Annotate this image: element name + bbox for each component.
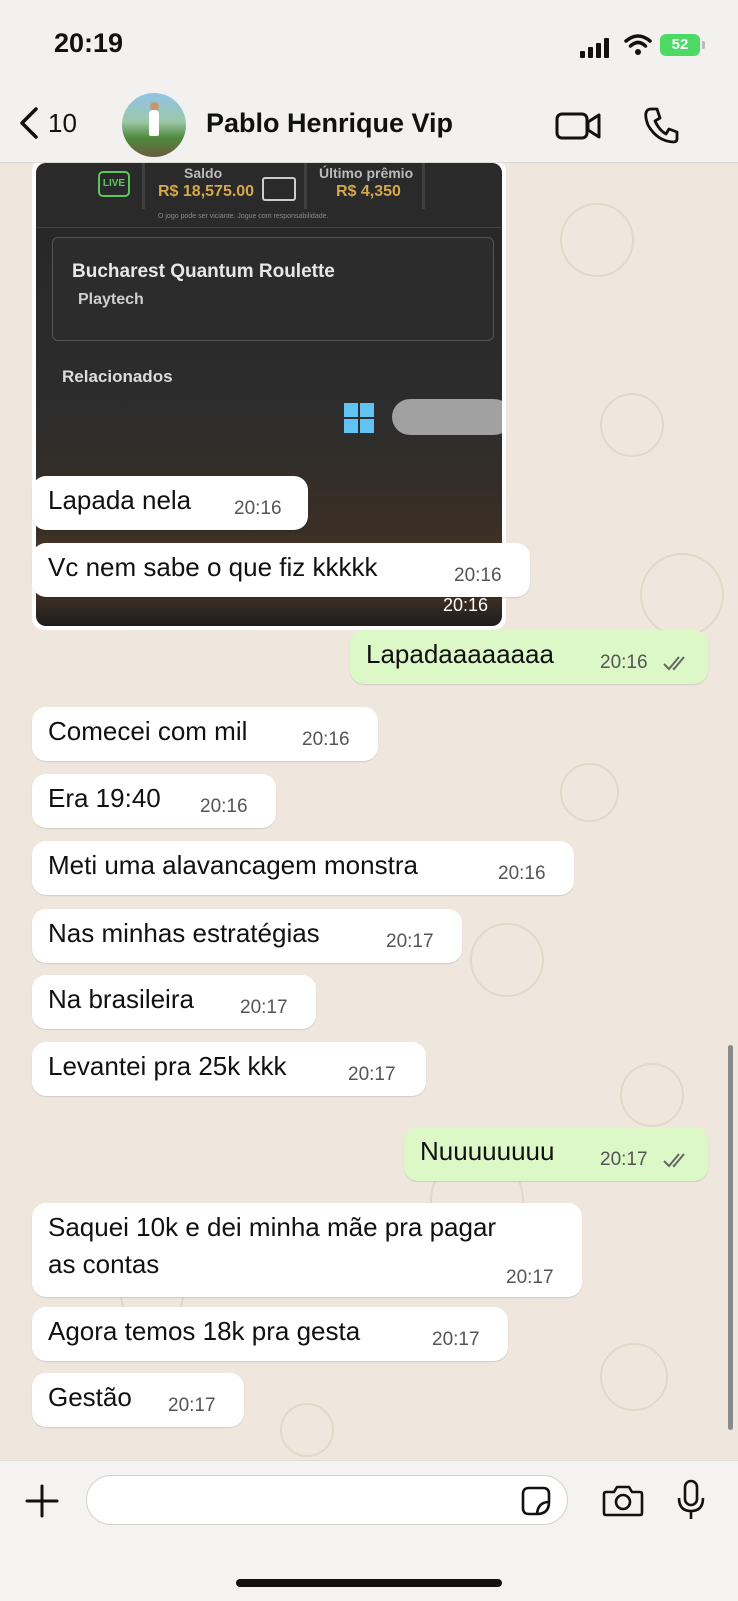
camera-icon[interactable]: [602, 1483, 644, 1517]
wallpaper-doodle: [560, 203, 634, 277]
message-time: 20:16: [498, 863, 546, 884]
game-title: Bucharest Quantum Roulette: [72, 261, 335, 282]
wallpaper-doodle: [620, 1063, 684, 1127]
photo-separator: [422, 163, 425, 209]
game-provider: Playtech: [78, 291, 144, 308]
back-button[interactable]: 10: [18, 106, 77, 140]
disclaimer-text: O jogo pode ser viciante. Jogue com resp…: [158, 213, 329, 220]
game-card: [52, 237, 494, 341]
message-text: Comecei com mil: [48, 716, 248, 746]
message-time: 20:16: [234, 498, 282, 519]
message-time: 20:16: [600, 652, 648, 673]
phone-icon[interactable]: [643, 106, 679, 144]
message-time: 20:16: [200, 796, 248, 817]
status-time: 20:19: [54, 28, 124, 58]
message-time: 20:16: [302, 729, 350, 750]
message-text: Lapadaaaaaaaa: [366, 639, 554, 669]
message-input[interactable]: [86, 1475, 568, 1525]
message-text: Agora temos 18k pra gesta: [48, 1316, 361, 1346]
wallpaper-doodle: [280, 1403, 334, 1457]
saldo-value: R$ 18,575.00: [158, 183, 255, 200]
battery-indicator: 52: [660, 34, 705, 56]
message-time: 20:17: [168, 1395, 216, 1416]
message-time: 20:16: [454, 565, 502, 586]
message-text: Era 19:40: [48, 783, 161, 813]
read-ticks-icon: [663, 656, 685, 671]
wallpaper-doodle: [470, 923, 544, 997]
message-bubble-incoming[interactable]: Levantei pra 25k kkk 20:17: [32, 1042, 426, 1096]
message-bubble-incoming[interactable]: Saquei 10k e dei minha mãe pra pagar as …: [32, 1203, 582, 1297]
signal-icon: [580, 38, 609, 58]
photo-separator: [304, 163, 307, 209]
message-time: 20:17: [432, 1329, 480, 1350]
message-bubble-incoming[interactable]: Vc nem sabe o que fiz kkkkk 20:16: [32, 543, 530, 597]
home-indicator[interactable]: [236, 1579, 502, 1587]
live-badge: LIVE: [98, 171, 130, 197]
message-bubble-incoming[interactable]: Lapada nela 20:16: [32, 476, 308, 530]
message-input-bar: [0, 1460, 738, 1601]
read-ticks-icon: [663, 1153, 685, 1168]
message-text: Nuuuuuuuu: [420, 1136, 555, 1166]
message-text: Levantei pra 25k kkk: [48, 1051, 287, 1081]
wallpaper-doodle: [640, 553, 724, 637]
message-bubble-incoming[interactable]: Era 19:40 20:16: [32, 774, 276, 828]
message-text: Gestão: [48, 1382, 132, 1412]
message-text: Lapada nela: [48, 485, 192, 515]
message-text-line1: Saquei 10k e dei minha mãe pra pagar: [48, 1212, 497, 1242]
message-text: Meti uma alavancagem monstra: [48, 850, 418, 880]
message-text: Na brasileira: [48, 984, 194, 1014]
message-text: Nas minhas estratégias: [48, 918, 320, 948]
saldo-label: Saldo: [184, 165, 223, 181]
message-bubble-incoming[interactable]: Agora temos 18k pra gesta 20:17: [32, 1307, 508, 1361]
chat-scrollbar[interactable]: [728, 1045, 733, 1430]
related-heading: Relacionados: [62, 367, 173, 386]
message-time: 20:17: [386, 931, 434, 952]
message-bubble-outgoing[interactable]: Lapadaaaaaaaa 20:16: [350, 630, 708, 684]
windows-logo-icon: [344, 403, 374, 433]
money-icon: [262, 177, 296, 201]
taskbar-search-pill: [392, 399, 502, 435]
wallpaper-doodle: [600, 1343, 668, 1411]
wifi-icon: [624, 34, 652, 55]
message-bubble-outgoing[interactable]: Nuuuuuuuu 20:17: [404, 1127, 708, 1181]
avatar[interactable]: [122, 93, 186, 157]
photo-separator: [142, 163, 145, 209]
image-timestamp: 20:16: [442, 595, 488, 615]
wallpaper-doodle: [560, 763, 619, 822]
unread-count: 10: [48, 107, 77, 138]
avatar-figure: [149, 110, 159, 136]
message-bubble-incoming[interactable]: Nas minhas estratégias 20:17: [32, 909, 462, 963]
plus-icon[interactable]: [24, 1483, 60, 1519]
message-bubble-incoming[interactable]: Meti uma alavancagem monstra 20:16: [32, 841, 574, 895]
back-chevron-icon: [20, 107, 38, 139]
message-bubble-incoming[interactable]: Gestão 20:17: [32, 1373, 244, 1427]
message-time: 20:17: [240, 997, 288, 1018]
message-text: Vc nem sabe o que fiz kkkkk: [48, 552, 378, 582]
ultimo-premio-label: Último prêmio: [319, 165, 414, 181]
message-bubble-incoming[interactable]: Na brasileira 20:17: [32, 975, 316, 1029]
video-call-icon[interactable]: [555, 110, 603, 142]
chat-header: 10 Pablo Henrique Vip: [0, 90, 738, 163]
contact-name[interactable]: Pablo Henrique Vip: [206, 108, 453, 139]
battery-level: 52: [671, 36, 689, 53]
message-time: 20:17: [600, 1149, 648, 1170]
message-time: 20:17: [506, 1267, 554, 1288]
message-text-line2: as contas: [48, 1249, 160, 1279]
wallpaper-doodle: [600, 393, 664, 457]
ultimo-premio-value: R$ 4,350: [336, 183, 401, 200]
status-bar: 20:19 52: [0, 0, 738, 90]
mic-icon[interactable]: [676, 1479, 706, 1521]
message-time: 20:17: [348, 1064, 396, 1085]
chat-area[interactable]: LIVE Saldo R$ 18,575.00 Último prêmio R$…: [0, 163, 738, 1460]
sticker-icon[interactable]: [520, 1485, 552, 1517]
message-bubble-incoming[interactable]: Comecei com mil 20:16: [32, 707, 378, 761]
